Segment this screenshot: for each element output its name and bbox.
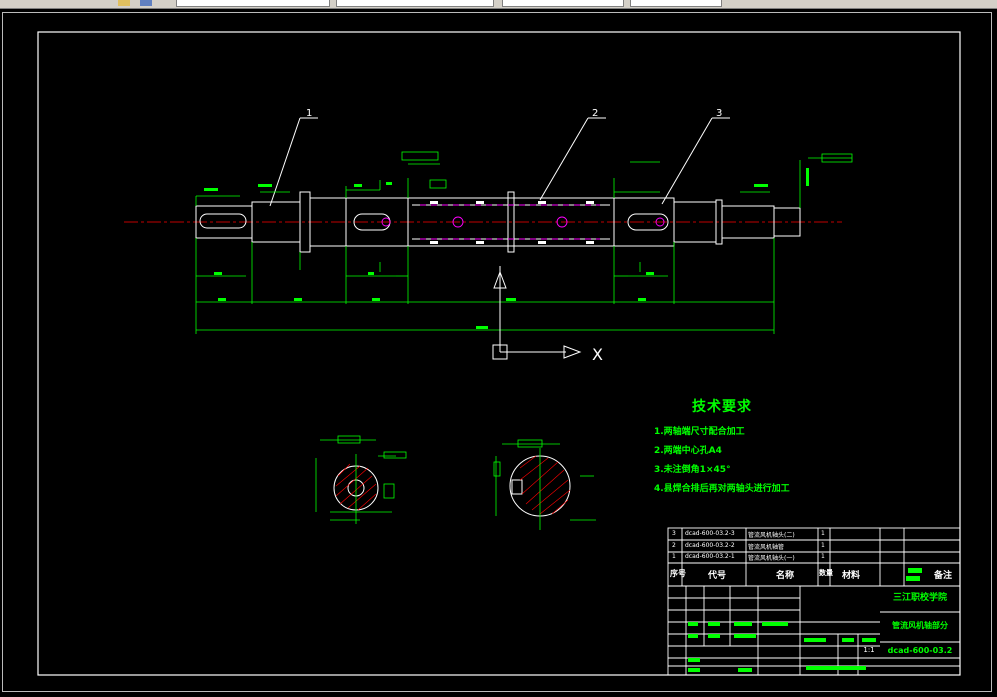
part-seq: 1: [672, 553, 676, 560]
section-view-right-dims: [493, 439, 596, 530]
tech-req-title: 技术要求: [692, 399, 752, 415]
part-seq: 3: [672, 530, 676, 537]
tech-req-item: 3.未注倒角1×45°: [654, 465, 731, 475]
parts-row: 3 dcad-600-03.2-3 管流风机轴头(二) 1: [668, 530, 960, 540]
part-code: dcad-600-03.2-2: [685, 542, 735, 549]
tech-req-item: 4.县焊合排后再对两轴头进行加工: [654, 484, 790, 494]
drawing-scale: 1:1: [863, 646, 875, 654]
tech-req-item: 2.两端中心孔A4: [654, 446, 722, 456]
part-name: 管流风机轴头(二): [748, 532, 795, 539]
dimension-lines: [195, 151, 853, 334]
balloon-2: 2: [592, 108, 599, 119]
drawing-code: dcad-600-03.2: [887, 646, 953, 655]
header-material: 材料: [842, 571, 861, 581]
header-code: 代号: [708, 571, 727, 581]
parts-row: 1 dcad-600-03.2-1 管流风机轴头(一) 1: [668, 553, 960, 563]
ucs-icon: [492, 266, 582, 360]
part-name: 管流风机轴头(一): [748, 555, 795, 562]
part-qty: 1: [821, 542, 825, 549]
section-view-left-dims: [315, 435, 407, 524]
technical-requirements: 技术要求 1.两轴端尺寸配合加工 2.两端中心孔A4 3.未注倒角1×45° 4…: [654, 396, 854, 494]
balloon-1: 1: [306, 108, 313, 119]
balloon-leaders: [269, 117, 730, 207]
part-qty: 1: [821, 553, 825, 560]
parts-row: 2 dcad-600-03.2-2 管流风机轴管 1: [668, 542, 960, 552]
tech-req-item: 1.两轴端尺寸配合加工: [654, 427, 745, 437]
header-remarks: 备注: [934, 571, 953, 581]
part-code: dcad-600-03.2-3: [685, 530, 735, 537]
header-qty: 数量: [819, 569, 833, 577]
header-name: 名称: [776, 571, 795, 581]
weld-marks: [430, 201, 594, 244]
part-name: 管流风机轴管: [748, 544, 785, 551]
part-code: dcad-600-03.2-1: [685, 553, 735, 560]
balloon-3: 3: [716, 108, 723, 119]
drawing-name: 管流风机轴部分: [892, 621, 948, 630]
part-qty: 1: [821, 530, 825, 537]
ucs-x-label: X: [592, 345, 603, 364]
keyway-left: [199, 213, 247, 229]
dimension-marks: [204, 168, 809, 329]
school-name: 三江职校学院: [892, 593, 947, 603]
part-seq: 2: [672, 542, 676, 549]
header-seq: 序号: [670, 569, 686, 578]
parts-header: 序号 代号 名称 数量 材料 备注: [668, 566, 960, 584]
cad-drawing: X: [37, 31, 961, 676]
